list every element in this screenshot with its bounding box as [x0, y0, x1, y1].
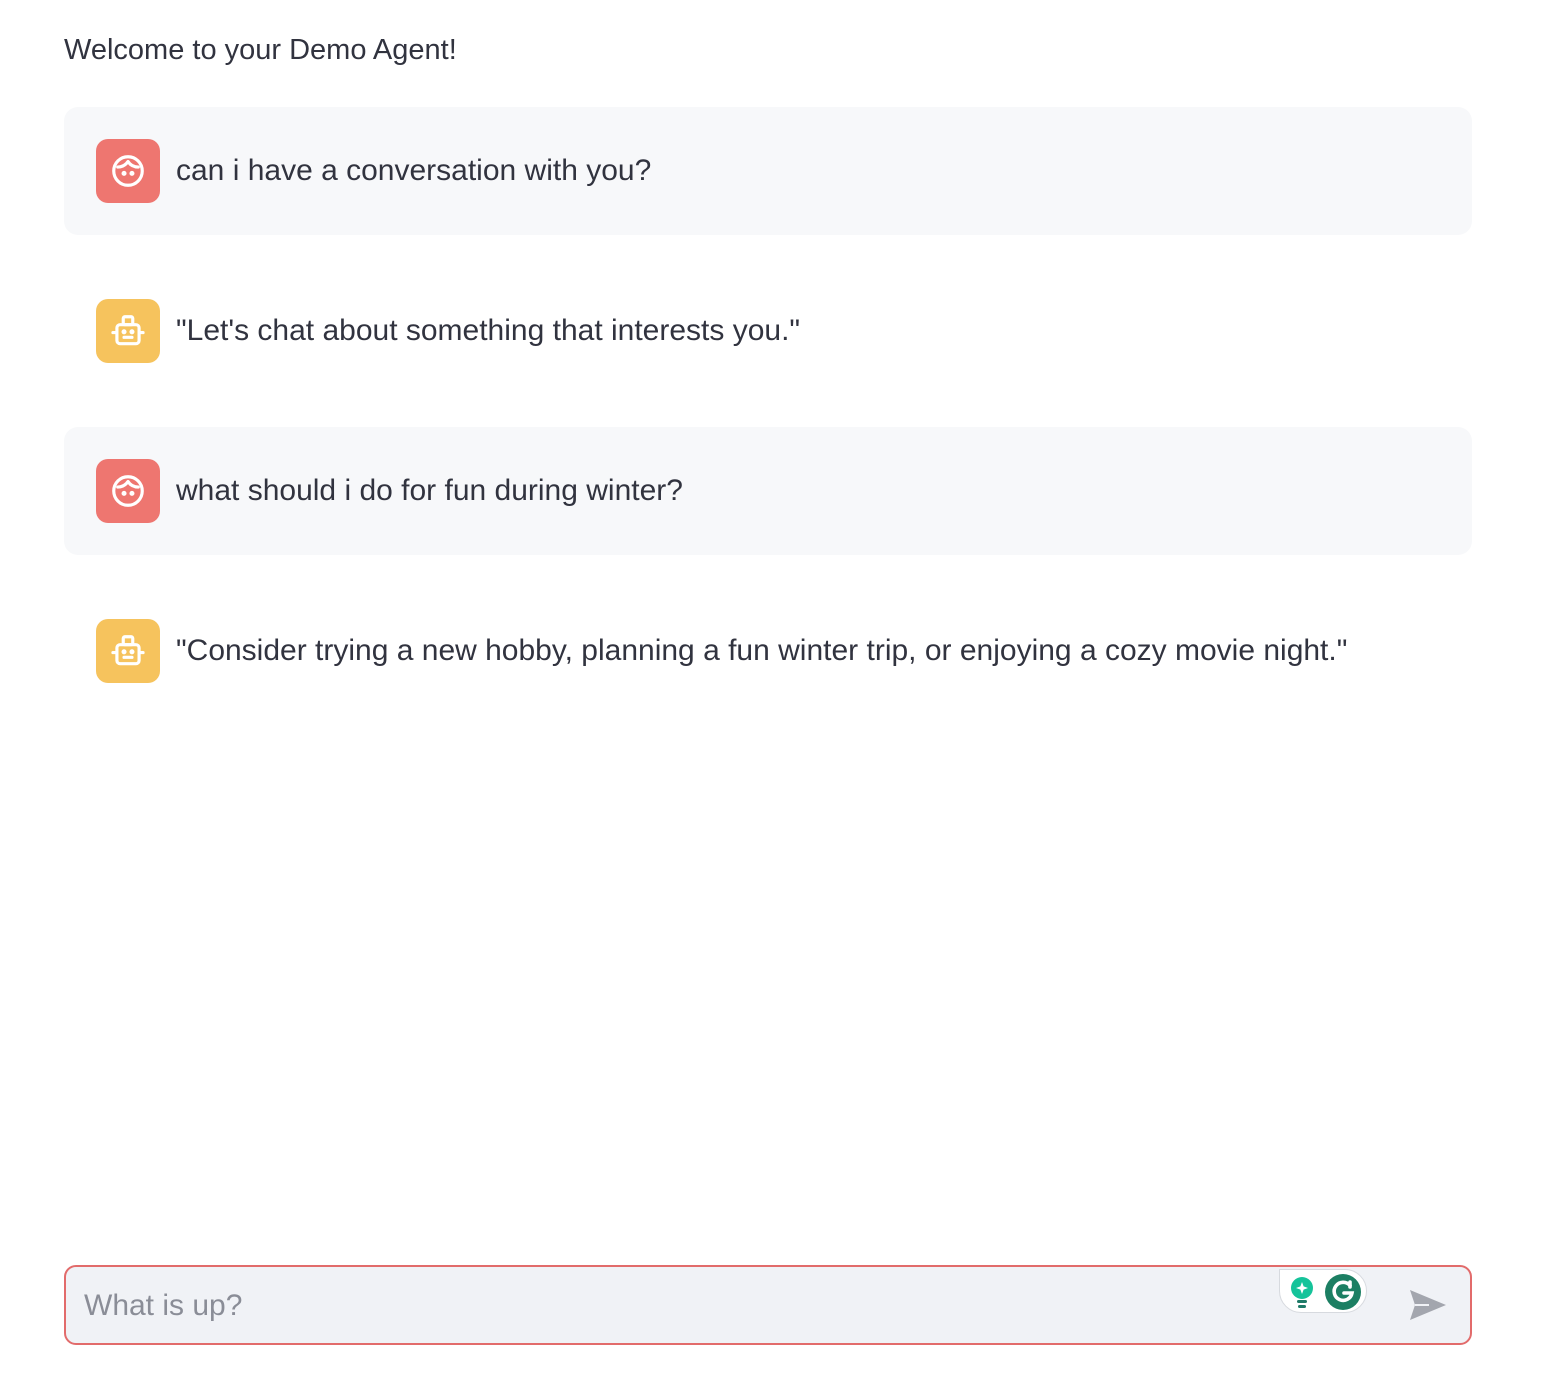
- send-icon[interactable]: [1409, 1289, 1447, 1321]
- welcome-text: Welcome to your Demo Agent!: [64, 34, 457, 66]
- message-text: can i have a conversation with you?: [176, 154, 652, 187]
- chat-page: Welcome to your Demo Agent! can i have a…: [0, 0, 1564, 1388]
- user-avatar: [96, 459, 160, 523]
- chat-input-container: [64, 1265, 1472, 1345]
- message-text: what should i do for fun during winter?: [176, 474, 683, 507]
- grammarly-widget[interactable]: [1279, 1269, 1367, 1313]
- chat-message-assistant: "Let's chat about something that interes…: [64, 267, 1472, 395]
- grammarly-logo-icon[interactable]: [1324, 1273, 1362, 1311]
- chat-message-list: can i have a conversation with you? "Let…: [64, 107, 1472, 747]
- chat-message-user: can i have a conversation with you?: [64, 107, 1472, 235]
- send-button[interactable]: [1406, 1285, 1450, 1325]
- user-avatar: [96, 139, 160, 203]
- user-face-icon: [112, 475, 144, 507]
- user-face-icon: [112, 155, 144, 187]
- assistant-avatar: [96, 619, 160, 683]
- message-text: "Consider trying a new hobby, planning a…: [176, 634, 1348, 667]
- chat-message-assistant: "Consider trying a new hobby, planning a…: [64, 587, 1472, 715]
- chat-input[interactable]: [82, 1279, 1266, 1333]
- robot-icon: [111, 315, 145, 346]
- robot-icon: [111, 635, 145, 666]
- assistant-avatar: [96, 299, 160, 363]
- message-text: "Let's chat about something that interes…: [176, 314, 801, 347]
- chat-message-user: what should i do for fun during winter?: [64, 427, 1472, 555]
- grammarly-bulb-icon[interactable]: [1288, 1276, 1316, 1310]
